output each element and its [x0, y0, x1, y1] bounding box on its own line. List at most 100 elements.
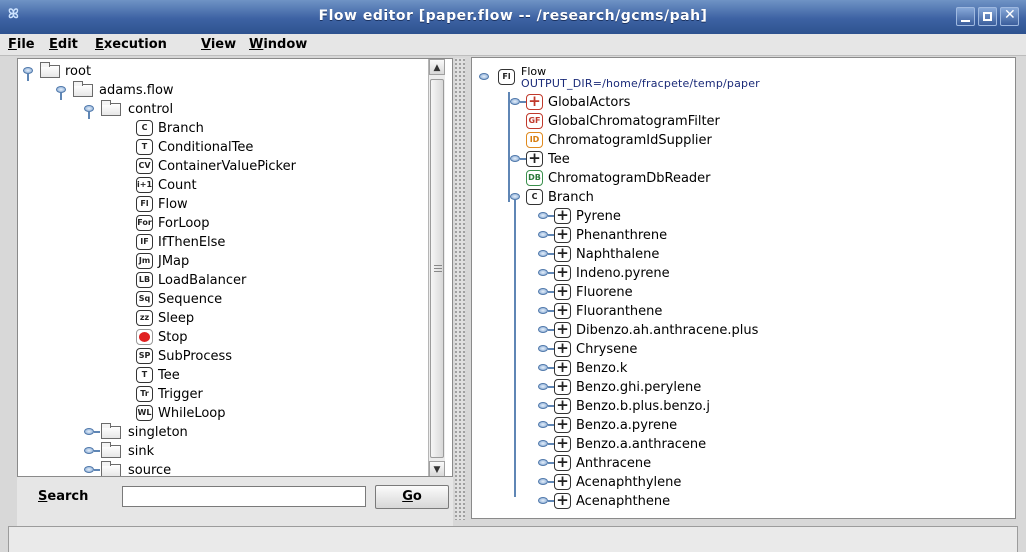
search-input[interactable]: [122, 486, 366, 507]
collapse-handle-icon[interactable]: [82, 442, 100, 461]
tree-node-label: JMap: [158, 254, 190, 269]
search-label-mnemonic: S: [38, 489, 48, 504]
flow-node-label: Anthracene: [576, 456, 652, 471]
flow-node-label: Benzo.b.plus.benzo.j: [576, 399, 711, 414]
collapse-handle-icon[interactable]: [536, 226, 554, 245]
actor-tree-scrollbar[interactable]: ▲ ▼: [428, 59, 445, 476]
plus-actor-icon: +: [554, 360, 571, 376]
folder-icon: [40, 62, 60, 78]
flow-node-label: ChromatogramIdSupplier: [548, 133, 712, 148]
sequence-actor-icon: Sq: [136, 291, 153, 307]
collapse-handle-icon[interactable]: [508, 150, 526, 169]
tree-connector: [514, 207, 516, 497]
collapse-handle-icon[interactable]: [536, 340, 554, 359]
tree-node-label: Sleep: [158, 311, 195, 326]
menu-execution-mnemonic: E: [95, 37, 104, 52]
collapse-handle-icon[interactable]: [536, 321, 554, 340]
branch-actor-icon: C: [526, 189, 543, 205]
menu-view[interactable]: View: [201, 37, 236, 52]
scroll-up-arrow-icon[interactable]: ▲: [429, 59, 445, 75]
plus-actor-icon: +: [554, 398, 571, 414]
plus-actor-icon: +: [554, 227, 571, 243]
collapse-handle-icon[interactable]: [536, 359, 554, 378]
menu-edit[interactable]: Edit: [49, 37, 78, 52]
actor-tree[interactable]: root adams.flow control C Branch T Conditi…: [17, 58, 453, 477]
go-button[interactable]: Go: [375, 485, 449, 509]
folder-icon: [73, 81, 93, 97]
folder-icon: [101, 461, 121, 476]
tree-node-label: source: [128, 463, 172, 477]
flow-node-label: Pyrene: [576, 209, 621, 224]
count-actor-icon: i+1: [136, 177, 153, 193]
close-button[interactable]: ✕: [1000, 7, 1019, 26]
window-title: Flow editor [paper.flow -- /research/gcm…: [318, 8, 708, 24]
scrollbar-thumb[interactable]: [430, 79, 444, 458]
menu-window-mnemonic: W: [249, 37, 264, 52]
collapse-handle-icon[interactable]: [82, 423, 100, 442]
menu-edit-mnemonic: E: [49, 37, 58, 52]
window-titlebar[interactable]: ꕤ Flow editor [paper.flow -- /research/g…: [0, 0, 1026, 34]
flow-actor-icon: Fl: [136, 196, 153, 212]
plus-actor-icon: +: [554, 284, 571, 300]
actor-browser-pane: root adams.flow control C Branch T Conditi…: [17, 58, 453, 541]
collapse-handle-icon[interactable]: [536, 264, 554, 283]
gf-actor-icon: GF: [526, 113, 543, 129]
flow-node-label: Benzo.k: [576, 361, 628, 376]
containervaluepicker-actor-icon: CV: [136, 158, 153, 174]
menu-file[interactable]: File: [8, 37, 35, 52]
flow-root-option: OUTPUT_DIR=/home/fracpete/temp/paper: [521, 77, 760, 90]
tree-node-label: control: [128, 102, 174, 117]
collapse-handle-icon[interactable]: [508, 93, 526, 112]
plus-actor-icon: +: [554, 265, 571, 281]
tree-node-label: Trigger: [158, 387, 203, 402]
expand-handle-icon[interactable]: [21, 62, 35, 81]
maximize-button[interactable]: [978, 7, 997, 26]
flow-node-label: Benzo.a.anthracene: [576, 437, 707, 452]
menu-execution-label: xecution: [103, 37, 167, 52]
scroll-down-arrow-icon[interactable]: ▼: [429, 461, 445, 476]
folder-icon: [101, 442, 121, 458]
collapse-handle-icon[interactable]: [536, 245, 554, 264]
collapse-handle-icon[interactable]: [536, 207, 554, 226]
collapse-handle-icon[interactable]: [536, 492, 554, 511]
menu-window[interactable]: Window: [249, 37, 307, 52]
plus-actor-icon: +: [554, 474, 571, 490]
collapse-handle-icon[interactable]: [536, 473, 554, 492]
collapse-handle-icon[interactable]: [536, 378, 554, 397]
expand-handle-icon[interactable]: [82, 100, 96, 119]
collapse-handle-icon[interactable]: [82, 461, 100, 476]
tree-node-label: ForLoop: [158, 216, 210, 231]
plus-actor-icon: +: [526, 151, 543, 167]
collapse-handle-icon[interactable]: [536, 283, 554, 302]
plus-actor-icon: +: [554, 493, 571, 509]
menu-execution[interactable]: Execution: [95, 37, 167, 52]
menu-view-label: iew: [210, 37, 237, 52]
collapse-handle-icon[interactable]: [536, 454, 554, 473]
flow-node-label: Acenaphthene: [576, 494, 671, 509]
ifthenelse-actor-icon: IF: [136, 234, 153, 250]
db-reader-actor-icon: DB: [526, 170, 543, 186]
collapse-handle-icon[interactable]: [536, 435, 554, 454]
expand-handle-icon[interactable]: [477, 68, 491, 87]
plus-actor-icon: +: [554, 322, 571, 338]
plus-actor-icon: +: [554, 379, 571, 395]
tree-node-label: Flow: [158, 197, 188, 212]
tree-node-label: Tee: [158, 368, 180, 383]
split-pane-divider[interactable]: [455, 58, 465, 520]
tree-node-label: Branch: [158, 121, 204, 136]
flow-node-label: GlobalActors: [548, 95, 631, 110]
folder-icon: [101, 423, 121, 439]
minimize-button[interactable]: [956, 7, 975, 26]
flow-tree[interactable]: Fl Flow OUTPUT_DIR=/home/fracpete/temp/p…: [471, 57, 1016, 519]
expand-handle-icon[interactable]: [508, 188, 522, 207]
collapse-handle-icon[interactable]: [536, 416, 554, 435]
status-bar: [8, 526, 1018, 552]
collapse-handle-icon[interactable]: [536, 302, 554, 321]
plus-actor-icon: +: [554, 436, 571, 452]
plus-actor-icon: +: [554, 455, 571, 471]
collapse-handle-icon[interactable]: [536, 397, 554, 416]
expand-handle-icon[interactable]: [54, 81, 68, 100]
whileloop-actor-icon: WL: [136, 405, 153, 421]
flow-root-actor-icon: Fl: [498, 69, 515, 85]
plus-actor-icon: +: [554, 417, 571, 433]
